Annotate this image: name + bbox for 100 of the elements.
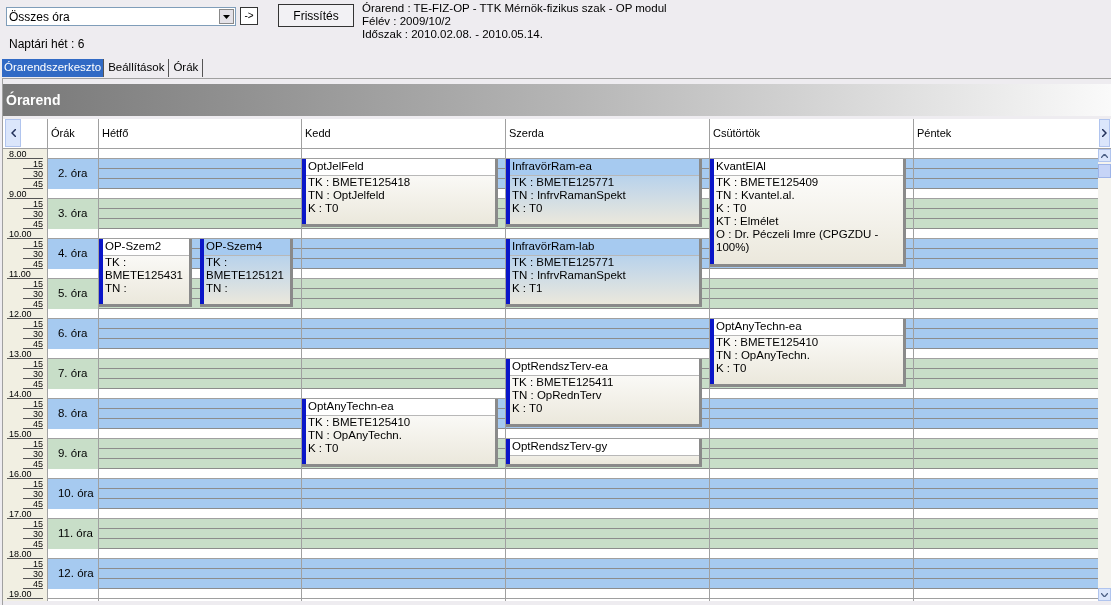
event-detail: K : T1 <box>511 282 544 295</box>
time-label: 15 <box>32 519 43 529</box>
period-label: 2. óra <box>57 166 88 182</box>
column-header: Szerda <box>509 126 544 142</box>
column-header: Órák <box>51 126 75 142</box>
event-detail: BMETE125121 <box>205 269 285 282</box>
time-label: 11.00 <box>8 269 31 279</box>
time-label: 45 <box>32 299 43 309</box>
scroll-right-button[interactable] <box>1099 119 1110 147</box>
period-label: 9. óra <box>57 446 88 462</box>
period-label: 11. óra <box>57 526 93 542</box>
time-label: 15 <box>32 479 43 489</box>
event-detail: K : T0 <box>307 202 340 215</box>
section-title: Órarend <box>6 90 61 110</box>
event-detail: TN : InfrvRamanSpekt <box>511 269 627 282</box>
time-label: 15 <box>32 159 43 169</box>
time-label: 14.00 <box>8 389 32 399</box>
time-label: 45 <box>32 259 43 269</box>
event-detail: TN : OpRednTerv <box>511 389 603 402</box>
event-title: OP-Szem4 <box>206 239 263 255</box>
event-title: OptAnyTechn-ea <box>716 319 802 335</box>
time-label: 30 <box>32 449 43 459</box>
scroll-thumb[interactable] <box>1098 164 1111 178</box>
scrollbar[interactable] <box>1098 149 1111 601</box>
event-detail: TN : OpAnyTechn. <box>307 429 403 442</box>
info-text: Időszak : 2010.02.08. - 2010.05.14. <box>362 28 543 41</box>
period-label: 7. óra <box>57 366 88 382</box>
event-detail: K : T0 <box>715 202 748 215</box>
dropdown-value: Összes óra <box>9 8 70 26</box>
time-label: 15 <box>32 279 43 289</box>
event-detail: TN : OptJelfeld <box>307 189 386 202</box>
event-title: OptRendszTerv-ea <box>512 359 608 375</box>
time-label: 15 <box>32 439 43 449</box>
event-detail: TK : BMETE125771 <box>511 256 616 269</box>
refresh-button[interactable]: Frissítés <box>278 4 354 27</box>
column-header: Péntek <box>917 126 952 142</box>
event-detail: TN : Kvantel.al. <box>715 189 796 202</box>
event-title: InfravörRam-lab <box>512 239 595 255</box>
time-label: 15 <box>32 559 43 569</box>
info-text: Félév : 2009/10/2 <box>362 15 451 28</box>
column-header: Kedd <box>305 126 331 142</box>
time-label: 17.00 <box>8 509 32 519</box>
period-label: 5. óra <box>57 286 88 302</box>
time-label: 45 <box>32 339 43 349</box>
event-detail: TK : BMETE125410 <box>715 336 820 349</box>
time-label: 45 <box>32 179 43 189</box>
time-label: 30 <box>32 169 43 179</box>
time-label: 30 <box>32 569 43 579</box>
time-label: 13.00 <box>8 349 32 359</box>
time-label: 30 <box>32 249 43 259</box>
event-title: OptRendszTerv-gy <box>512 439 608 455</box>
time-label: 15 <box>32 359 43 369</box>
time-label: 8.00 <box>8 149 27 159</box>
event-detail: TN : <box>205 282 229 295</box>
week-label: Naptári hét : 6 <box>9 36 85 53</box>
info-text: Órarend : TE-FIZ-OP - TTK Mérnök-fizikus szak - OP modul <box>362 2 667 15</box>
period-label: 10. óra <box>57 486 94 502</box>
event-detail: TK : <box>104 256 128 269</box>
filter-dropdown[interactable]: Összes óra <box>6 7 236 26</box>
time-label: 16.00 <box>8 469 32 479</box>
time-label: 45 <box>32 419 43 429</box>
event-detail: BMETE125431 <box>104 269 184 282</box>
scroll-down-button[interactable] <box>1098 588 1111 601</box>
event-detail: O : Dr. Péczeli Imre (CPGZDU - 100%) <box>715 228 880 254</box>
time-label: 45 <box>32 459 43 469</box>
column-header: Csütörtök <box>713 126 761 142</box>
time-label: 30 <box>32 529 43 539</box>
event-detail: TK : BMETE125409 <box>715 176 820 189</box>
scroll-up-button[interactable] <box>1098 149 1111 162</box>
time-label: 9.00 <box>8 189 27 199</box>
event-detail: K : T0 <box>307 442 340 455</box>
time-label: 45 <box>32 579 43 589</box>
time-label: 30 <box>32 369 43 379</box>
time-label: 45 <box>32 499 43 509</box>
column-header: Hétfő <box>102 126 129 142</box>
event-detail: TN : OpAnyTechn. <box>715 349 811 362</box>
event-detail: K : T0 <box>715 362 748 375</box>
caret-icon <box>223 14 230 19</box>
event-detail: TN : InfrvRamanSpekt <box>511 189 627 202</box>
event-title: OptAnyTechn-ea <box>308 399 394 415</box>
event-detail: K : T0 <box>511 402 544 415</box>
go-button[interactable]: -> <box>240 7 258 25</box>
period-label: 6. óra <box>57 326 88 342</box>
event-detail: TK : BMETE125418 <box>307 176 412 189</box>
event-detail: TK : BMETE125411 <box>511 376 615 389</box>
event-detail: TK : <box>205 256 229 269</box>
time-label: 15 <box>32 199 43 209</box>
dropdown-button[interactable] <box>219 9 234 24</box>
tab[interactable]: Órarendszerkeszto <box>2 59 105 77</box>
event-detail: KT : Elmélet <box>715 215 780 228</box>
period-label: 12. óra <box>57 566 94 582</box>
scroll-left-button[interactable] <box>5 119 21 147</box>
period-label: 3. óra <box>57 206 88 222</box>
time-label: 30 <box>32 409 43 419</box>
time-label: 30 <box>32 209 43 219</box>
period-label: 8. óra <box>57 406 88 422</box>
event-title: OP-Szem2 <box>105 239 162 255</box>
time-label: 10.00 <box>8 229 32 239</box>
event-detail: TN : <box>104 282 128 295</box>
time-label: 15.00 <box>8 429 32 439</box>
